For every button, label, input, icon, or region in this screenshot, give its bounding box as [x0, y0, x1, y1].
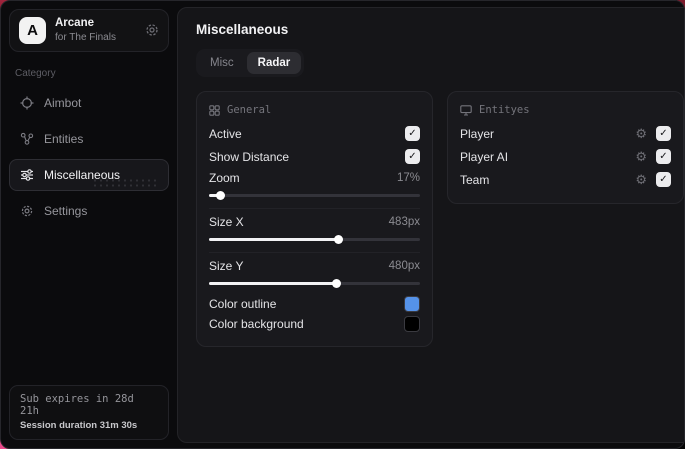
size-x-slider-thumb[interactable]: [333, 235, 343, 244]
sidebar-item-label: Aimbot: [44, 96, 82, 110]
subscription-card: Sub expires in 28d 21h Session duration …: [9, 385, 169, 440]
size-y-slider[interactable]: [209, 278, 420, 288]
sidebar-item-settings[interactable]: Settings: [9, 195, 169, 227]
monitor-icon: [460, 104, 472, 116]
toggle-row-active: Active ✓: [209, 122, 420, 145]
zoom-slider[interactable]: [209, 190, 420, 200]
entity-row-player-ai: Player AI ⚙ ✓: [460, 145, 671, 168]
grid-icon: [209, 104, 220, 116]
session-duration-text: Session duration 31m 30s: [20, 420, 138, 431]
tab-misc[interactable]: Misc: [199, 52, 245, 74]
entity-label: Team: [460, 172, 490, 187]
player-ai-checkbox[interactable]: ✓: [656, 149, 671, 164]
general-panel-title: General: [227, 104, 272, 116]
color-label: Color outline: [209, 297, 277, 311]
entity-row-player: Player ⚙ ✓: [460, 122, 671, 145]
size-x-value: 483px: [388, 216, 420, 228]
entities-panel-title: Entityes: [479, 104, 530, 116]
category-label: Category: [15, 68, 56, 79]
main-panel: Miscellaneous Misc Radar General Active …: [177, 7, 684, 443]
size-x-slider[interactable]: [209, 234, 420, 244]
entity-label: Player AI: [460, 149, 509, 164]
size-y-slider-thumb[interactable]: [331, 279, 341, 288]
color-background-row: Color background: [209, 314, 420, 334]
player-settings-gear-icon[interactable]: ⚙: [635, 127, 647, 140]
app-subtitle: for The Finals: [55, 31, 116, 43]
color-outline-swatch[interactable]: [404, 296, 420, 312]
color-background-swatch[interactable]: [404, 316, 420, 332]
zoom-value: 17%: [396, 172, 420, 184]
crosshair-icon: [19, 96, 34, 110]
size-y-value: 480px: [388, 260, 420, 272]
general-panel-header: General: [209, 104, 420, 116]
sidebar: A Arcane for The Finals Category Aimbot: [1, 1, 177, 448]
entities-panel: Entityes Player ⚙ ✓ Player AI ⚙ ✓ Team ⚙…: [447, 91, 684, 204]
slider-label: Size X: [209, 215, 244, 229]
app-window: A Arcane for The Finals Category Aimbot: [0, 0, 685, 449]
toggle-label: Show Distance: [209, 149, 290, 164]
toggle-label: Active: [209, 126, 242, 141]
sidebar-nav: Aimbot Entities Miscellaneous Settings: [9, 87, 169, 227]
entity-label: Player: [460, 126, 495, 141]
selected-item-dots-texture: [92, 178, 158, 187]
slider-label: Size Y: [209, 259, 244, 273]
color-label: Color background: [209, 317, 304, 331]
sidebar-item-label: Entities: [44, 132, 84, 146]
app-title: Arcane: [55, 17, 94, 30]
player-ai-settings-gear-icon[interactable]: ⚙: [635, 150, 647, 163]
active-checkbox[interactable]: ✓: [405, 126, 420, 141]
zoom-slider-thumb[interactable]: [215, 191, 225, 200]
sidebar-item-label: Settings: [44, 204, 88, 218]
logo-card: A Arcane for The Finals: [9, 9, 169, 52]
gear-icon: [19, 204, 34, 218]
zoom-slider-group: Zoom 17%: [209, 168, 420, 206]
size-y-slider-group: Size Y 480px: [209, 252, 420, 294]
general-panel: General Active ✓ Show Distance ✓ Zoom 17…: [196, 91, 433, 347]
team-checkbox[interactable]: ✓: [656, 172, 671, 187]
tab-bar: Misc Radar: [196, 49, 305, 77]
size-x-slider-group: Size X 483px: [209, 208, 420, 250]
sidebar-item-miscellaneous[interactable]: Miscellaneous: [9, 159, 169, 191]
color-outline-row: Color outline: [209, 294, 420, 314]
slider-label: Zoom: [209, 171, 240, 185]
sidebar-item-entities[interactable]: Entities: [9, 123, 169, 155]
show-distance-checkbox[interactable]: ✓: [405, 149, 420, 164]
toggle-row-show-distance: Show Distance ✓: [209, 145, 420, 168]
entities-icon: [19, 132, 34, 146]
entities-panel-header: Entityes: [460, 104, 671, 116]
logo-gear-icon[interactable]: [145, 23, 159, 39]
tab-radar[interactable]: Radar: [246, 52, 302, 74]
sidebar-item-aimbot[interactable]: Aimbot: [9, 87, 169, 119]
app-logo-avatar: A: [19, 17, 46, 44]
logo-text: Arcane for The Finals: [55, 17, 136, 44]
player-checkbox[interactable]: ✓: [656, 126, 671, 141]
content-area: General Active ✓ Show Distance ✓ Zoom 17…: [196, 91, 684, 347]
page-title: Miscellaneous: [196, 22, 289, 37]
sliders-icon: [19, 168, 34, 182]
team-settings-gear-icon[interactable]: ⚙: [635, 173, 647, 186]
sub-expires-text: Sub expires in 28d 21h: [20, 393, 134, 417]
entity-row-team: Team ⚙ ✓: [460, 168, 671, 191]
